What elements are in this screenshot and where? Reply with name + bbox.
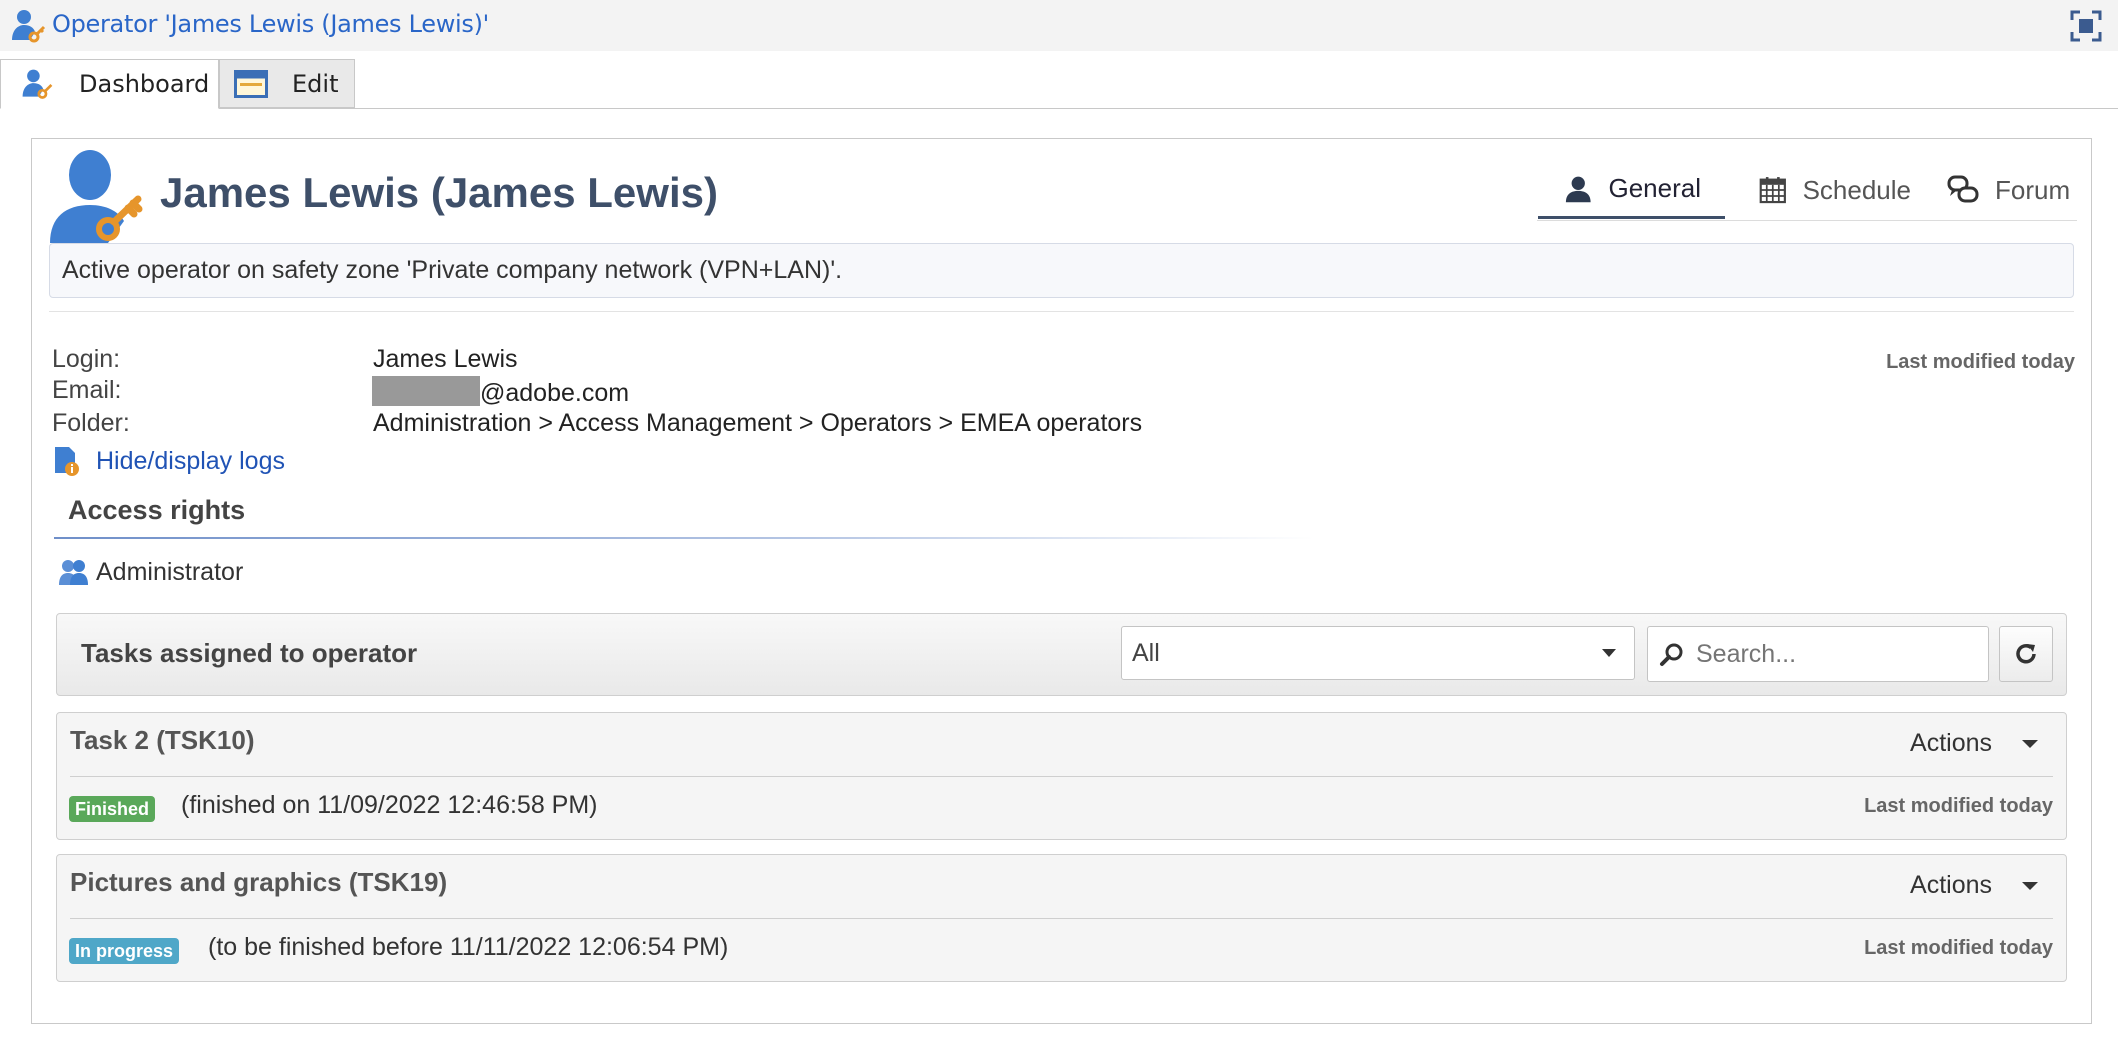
email-label: Email: [52, 376, 122, 404]
task-filter-value: All [1132, 639, 1160, 667]
task-actions-dropdown[interactable]: Actions [1910, 871, 2038, 900]
task-card: Task 2 (TSK10) Actions Finished (finishe… [56, 712, 2067, 840]
divider [49, 311, 2074, 312]
view-tabs-divider [1537, 220, 2077, 221]
chevron-down-icon [2022, 881, 2038, 890]
form-icon [234, 69, 268, 98]
task-title[interactable]: Task 2 (TSK10) [70, 725, 254, 756]
view-tab-forum-label: Forum [1995, 174, 2071, 205]
view-tab-general-label: General [1608, 173, 1702, 203]
view-tab-general[interactable]: General [1538, 161, 1725, 219]
chevron-down-icon [1602, 649, 1616, 657]
access-rights-title: Access rights [68, 495, 246, 525]
task-divider [70, 918, 2053, 919]
email-redaction [372, 376, 480, 406]
email-domain: @adobe.com [480, 379, 630, 407]
chat-icon [1947, 175, 1979, 203]
group-icon [59, 560, 88, 585]
task-card: Pictures and graphics (TSK19) Actions In… [56, 854, 2067, 982]
tasks-header-label: Tasks assigned to operator [81, 638, 418, 668]
access-rights-underline [54, 537, 1314, 539]
tab-bar: Dashboard Edit [0, 51, 2118, 109]
view-tab-forum[interactable]: Forum [1929, 161, 2077, 219]
operator-icon [12, 10, 46, 43]
role-item: Administrator [58, 557, 243, 587]
task-actions-dropdown[interactable]: Actions [1910, 729, 2038, 758]
view-tab-schedule-label: Schedule [1802, 174, 1911, 205]
status-message: Active operator on safety zone 'Private … [49, 243, 2074, 298]
tab-edit-label: Edit [292, 69, 339, 98]
task-detail: (to be finished before 11/11/2022 12:06:… [208, 933, 729, 961]
task-last-modified: Last modified today [1864, 937, 2053, 959]
task-actions-label: Actions [1910, 871, 1992, 899]
window-titlebar: Operator 'James Lewis (James Lewis)' [0, 0, 2118, 51]
status-badge: Finished [69, 796, 156, 822]
task-filter-select[interactable]: All [1121, 626, 1635, 680]
operator-name: James Lewis (James Lewis) [160, 169, 718, 216]
hide-display-logs-label: Hide/display logs [96, 446, 285, 475]
view-tabs: General Schedule Forum [1538, 161, 2077, 221]
login-label: Login: [52, 345, 121, 373]
chevron-down-icon [2022, 739, 2038, 748]
folder-path[interactable]: Administration > Access Management > Ope… [373, 409, 1142, 438]
role-label: Administrator [96, 557, 244, 586]
task-title[interactable]: Pictures and graphics (TSK19) [70, 867, 447, 898]
tab-dashboard[interactable]: Dashboard [0, 59, 219, 109]
tab-dashboard-label: Dashboard [79, 70, 210, 98]
login-value: James Lewis [373, 345, 518, 373]
operator-icon [22, 69, 53, 99]
person-icon [1565, 176, 1591, 202]
operator-key-icon [50, 150, 143, 243]
tasks-toolbar: Tasks assigned to operator All [56, 613, 2067, 696]
maximize-icon[interactable] [2068, 8, 2104, 44]
last-modified: Last modified today [1886, 351, 2075, 373]
task-search-input[interactable] [1647, 626, 1989, 682]
refresh-icon [2016, 644, 2036, 664]
task-detail: (finished on 11/09/2022 12:46:58 PM) [181, 791, 598, 819]
email-value: @adobe.com [372, 376, 630, 408]
status-badge: In progress [69, 938, 180, 964]
hide-display-logs-link[interactable]: Hide/display logs [52, 445, 285, 477]
search-icon [1660, 643, 1683, 666]
folder-label: Folder: [52, 409, 130, 437]
window-title: Operator 'James Lewis (James Lewis)' [52, 10, 489, 38]
task-last-modified: Last modified today [1864, 795, 2053, 817]
log-file-icon [55, 447, 79, 476]
task-actions-label: Actions [1910, 729, 1992, 757]
operator-dashboard-panel: James Lewis (James Lewis) General Schedu… [31, 138, 2092, 1024]
task-divider [70, 776, 2053, 777]
calendar-icon [1759, 177, 1786, 204]
tab-edit[interactable]: Edit [219, 59, 355, 108]
view-tab-schedule[interactable]: Schedule [1743, 161, 1911, 219]
refresh-button[interactable] [1999, 626, 2053, 682]
